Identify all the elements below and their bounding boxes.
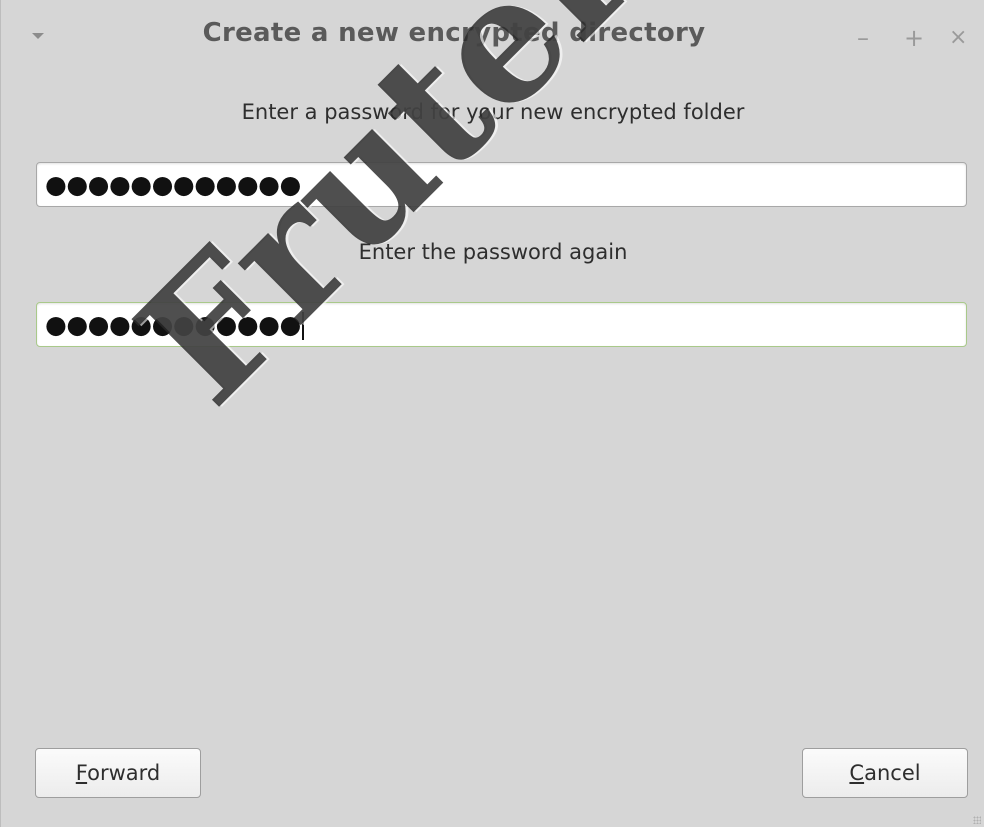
minimize-icon[interactable]: – bbox=[857, 24, 869, 52]
confirm-password-wrap: ●●●●●●●●●●●● bbox=[45, 312, 304, 340]
title-bar[interactable]: Create a new encrypted directory – + × bbox=[1, 0, 984, 76]
forward-button-label: Forward bbox=[76, 761, 160, 785]
confirm-password-field[interactable]: ●●●●●●●●●●●● bbox=[36, 302, 967, 347]
forward-mnemonic: F bbox=[75, 761, 88, 785]
confirm-password-value: ●●●●●●●●●●●● bbox=[45, 310, 301, 339]
text-caret bbox=[301, 312, 304, 340]
forward-button[interactable]: Forward bbox=[35, 748, 201, 798]
close-icon[interactable]: × bbox=[949, 24, 967, 52]
resize-grip-icon[interactable] bbox=[973, 816, 981, 824]
cancel-button-label: Cancel bbox=[849, 761, 920, 785]
cancel-button[interactable]: Cancel bbox=[802, 748, 968, 798]
cancel-label-rest: ancel bbox=[864, 761, 921, 785]
forward-label-rest: orward bbox=[87, 761, 161, 785]
password-field[interactable]: ●●●●●●●●●●●● bbox=[36, 162, 967, 207]
window-title: Create a new encrypted directory bbox=[202, 18, 706, 48]
maximize-icon[interactable]: + bbox=[904, 24, 924, 52]
dialog-window: Create a new encrypted directory – + × E… bbox=[0, 0, 984, 827]
password-value: ●●●●●●●●●●●● bbox=[45, 170, 301, 199]
password-label: Enter a password for your new encrypted … bbox=[241, 100, 745, 124]
cancel-mnemonic: C bbox=[849, 761, 865, 785]
confirm-password-label: Enter the password again bbox=[358, 240, 628, 264]
